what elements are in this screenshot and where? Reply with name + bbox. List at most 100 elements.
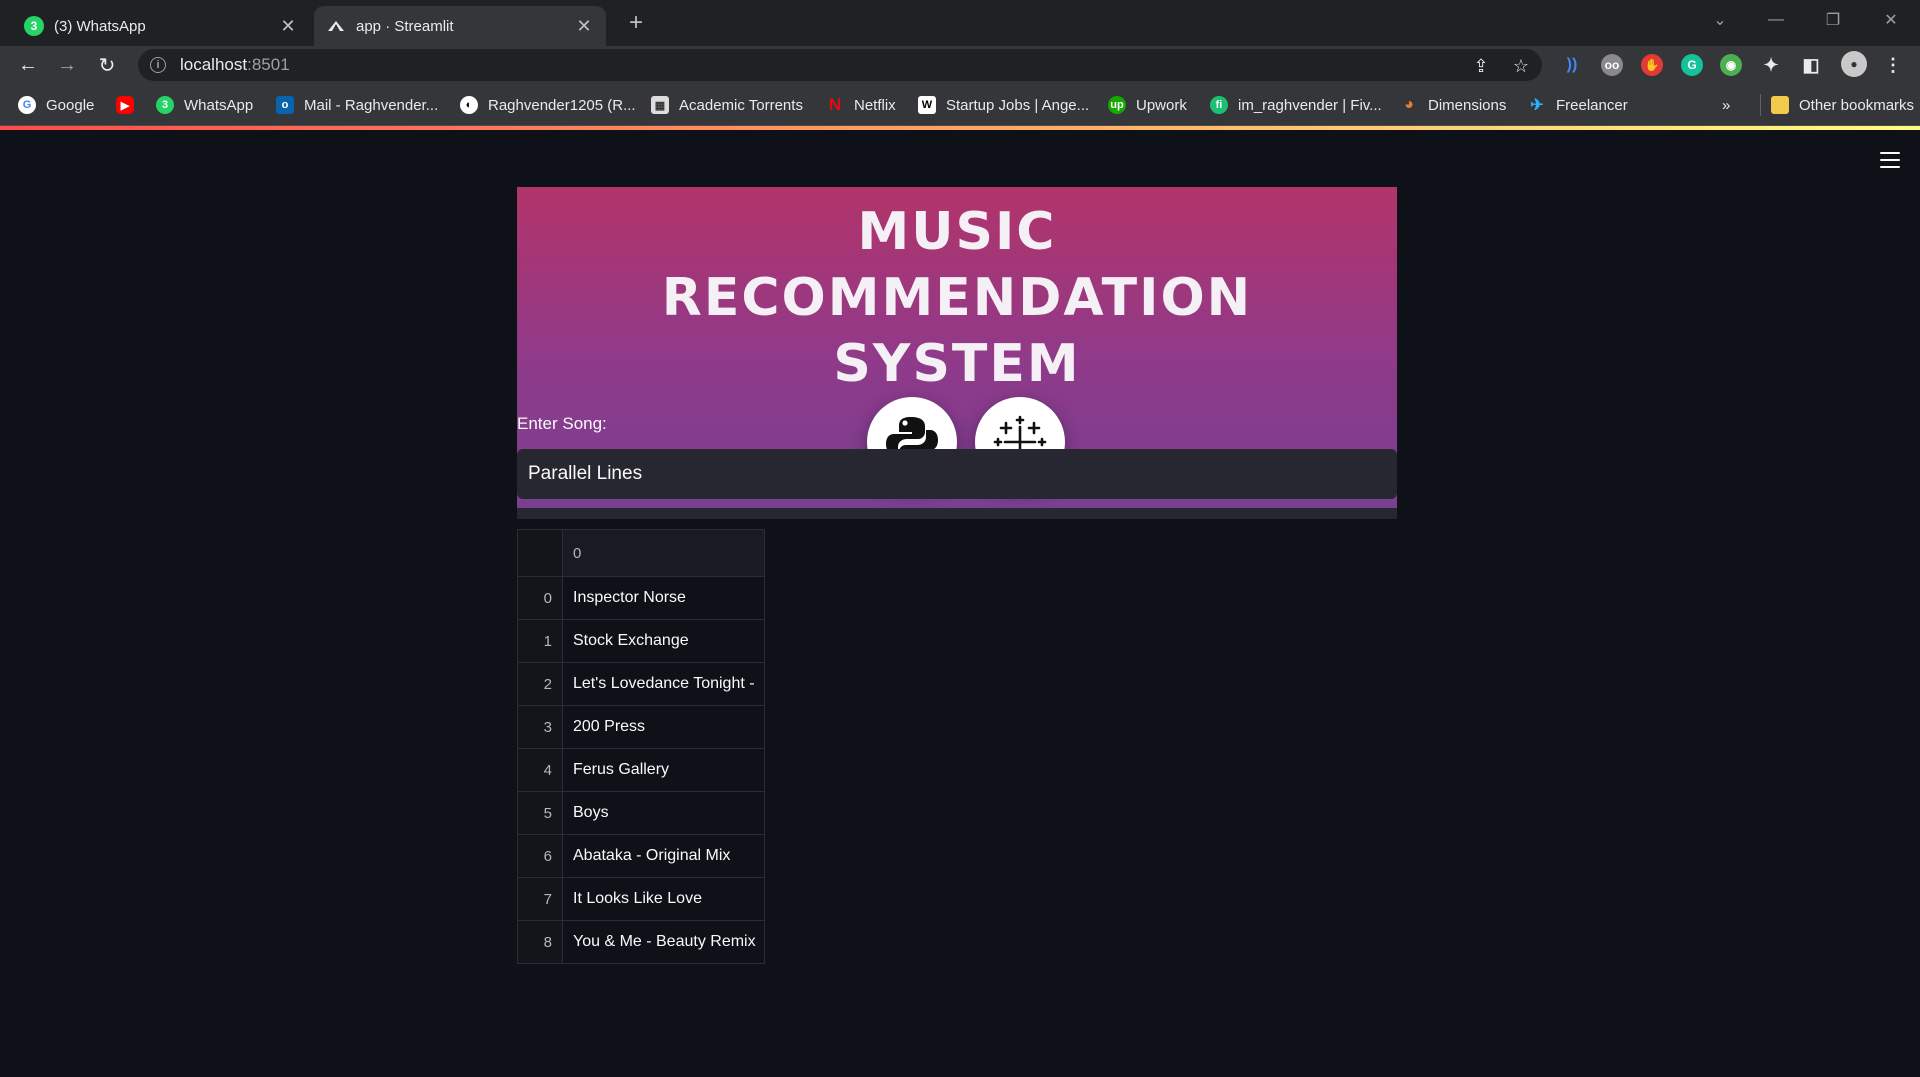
- index-header: [518, 530, 563, 576]
- streamlit-app: MUSIC RECOMMENDATION SYSTEM: [0, 130, 1920, 1077]
- banner-title-line: SYSTEM: [833, 334, 1081, 394]
- tab-search-icon[interactable]: ⌄: [1700, 6, 1740, 34]
- close-window-button[interactable]: ✕: [1871, 6, 1911, 34]
- bookmark-label: Startup Jobs | Ange...: [946, 96, 1090, 114]
- song-cell[interactable]: Ferus Gallery: [563, 749, 764, 791]
- folder-icon: [1771, 96, 1789, 114]
- bookmark-github[interactable]: ◐ Raghvender1205 (R...: [460, 94, 636, 116]
- table-row[interactable]: 8 You & Me - Beauty Remix: [518, 920, 764, 963]
- restore-button[interactable]: ❐: [1813, 6, 1853, 34]
- extension-eye-icon[interactable]: ◉: [1720, 54, 1742, 76]
- url-host: localhost: [180, 55, 248, 74]
- bookmark-startup-jobs[interactable]: W Startup Jobs | Ange...: [918, 94, 1089, 116]
- banner-title-line: RECOMMENDATION: [661, 268, 1253, 328]
- table-row[interactable]: 7 It Looks Like Love: [518, 877, 764, 920]
- table-row[interactable]: 6 Abataka - Original Mix: [518, 834, 764, 877]
- back-icon[interactable]: ←: [13, 50, 43, 80]
- extensions-puzzle-icon[interactable]: ✦: [1760, 54, 1782, 76]
- hamburger-menu-icon[interactable]: [1880, 152, 1900, 168]
- address-bar[interactable]: i localhost :8501 ⇪ ☆: [138, 49, 1542, 81]
- whatsapp-icon: 3: [156, 96, 174, 114]
- bookmark-freelancer[interactable]: ✈ Freelancer: [1528, 94, 1627, 116]
- bookmark-mail[interactable]: o Mail - Raghvender...: [276, 94, 438, 116]
- bookmark-label: Raghvender1205 (R...: [488, 96, 636, 114]
- overflow-label: »: [1722, 96, 1731, 114]
- extension-audio-icon[interactable]: )): [1561, 54, 1583, 76]
- netflix-icon: N: [828, 95, 842, 114]
- song-cell[interactable]: You & Me - Beauty Remix: [563, 921, 764, 963]
- menu-kebab-icon[interactable]: ⋮: [1882, 54, 1904, 76]
- avatar[interactable]: ●: [1841, 51, 1867, 77]
- extension-owl-icon[interactable]: oo: [1601, 54, 1623, 76]
- column-header[interactable]: 0: [563, 530, 764, 576]
- youtube-icon: ▶: [116, 96, 134, 114]
- song-cell[interactable]: It Looks Like Love: [563, 878, 764, 920]
- extension-hand-icon[interactable]: ✋: [1641, 54, 1663, 76]
- row-index: 6: [518, 835, 563, 877]
- tab-streamlit[interactable]: app · Streamlit ✕: [314, 6, 606, 46]
- bookmark-google[interactable]: G Google: [18, 94, 94, 116]
- other-bookmarks-folder[interactable]: Other bookmarks: [1760, 94, 1914, 116]
- row-index: 4: [518, 749, 563, 791]
- song-cell[interactable]: Boys: [563, 792, 764, 834]
- table-row[interactable]: 5 Boys: [518, 791, 764, 834]
- banner-bottom-strip: [517, 508, 1397, 519]
- close-tab-icon[interactable]: ✕: [278, 16, 298, 36]
- bookmark-label: WhatsApp: [184, 96, 254, 114]
- song-cell[interactable]: Inspector Norse: [563, 577, 764, 619]
- reload-icon[interactable]: ↻: [92, 50, 122, 80]
- song-input-label: Enter Song:: [517, 414, 607, 433]
- forward-icon[interactable]: →: [52, 50, 82, 80]
- new-tab-button[interactable]: +: [622, 9, 650, 37]
- table-row[interactable]: 0 Inspector Norse: [518, 576, 764, 619]
- google-icon: G: [18, 96, 36, 114]
- row-index: 2: [518, 663, 563, 705]
- side-panel-icon[interactable]: ◧: [1800, 54, 1822, 76]
- song-cell[interactable]: Abataka - Original Mix: [563, 835, 764, 877]
- bookmark-label: Mail - Raghvender...: [304, 96, 439, 114]
- bookmark-youtube[interactable]: ▶: [116, 94, 144, 116]
- song-cell[interactable]: Stock Exchange: [563, 620, 764, 662]
- banner-title-line: MUSIC: [857, 202, 1057, 262]
- fiverr-icon: fi: [1210, 96, 1228, 114]
- row-index: 0: [518, 577, 563, 619]
- bookmark-label: Google: [46, 96, 95, 114]
- tab-strip: 3 (3) WhatsApp ✕ app · Streamlit ✕ + ⌄ —…: [0, 0, 1920, 46]
- bookmark-netflix[interactable]: N Netflix: [826, 94, 896, 116]
- tab-whatsapp[interactable]: 3 (3) WhatsApp ✕: [12, 6, 310, 46]
- url-port: :8501: [247, 55, 290, 74]
- grammarly-icon[interactable]: G: [1681, 54, 1703, 76]
- tab-title: app · Streamlit: [356, 17, 454, 35]
- row-index: 5: [518, 792, 563, 834]
- bookmark-label: im_raghvender | Fiv...: [1238, 96, 1382, 114]
- table-row[interactable]: 1 Stock Exchange: [518, 619, 764, 662]
- bookmark-fiverr[interactable]: fi im_raghvender | Fiv...: [1210, 94, 1382, 116]
- recommendations-table[interactable]: 0 0 Inspector Norse 1 Stock Exchange 2 L…: [517, 529, 765, 964]
- table-row[interactable]: 4 Ferus Gallery: [518, 748, 764, 791]
- minimize-button[interactable]: —: [1756, 6, 1796, 34]
- bookmark-whatsapp[interactable]: 3 WhatsApp: [156, 94, 253, 116]
- bookmark-dimensions[interactable]: ◕ Dimensions: [1400, 94, 1506, 116]
- row-index: 3: [518, 706, 563, 748]
- outlook-icon: o: [276, 96, 294, 114]
- bookmark-label: Other bookmarks: [1799, 96, 1915, 114]
- github-icon: ◐: [460, 96, 478, 114]
- song-cell[interactable]: 200 Press: [563, 706, 764, 748]
- bookmark-academic-torrents[interactable]: ▦ Academic Torrents: [651, 94, 803, 116]
- table-row[interactable]: 2 Let's Lovedance Tonight -: [518, 662, 764, 705]
- site-info-icon[interactable]: i: [150, 57, 166, 73]
- bookmark-upwork[interactable]: up Upwork: [1108, 94, 1187, 116]
- browser-toolbar: ← → ↻ i localhost :8501 ⇪ ☆ )) oo ✋ G ◉ …: [0, 46, 1920, 84]
- bookmarks-overflow-button[interactable]: »: [1722, 94, 1730, 116]
- academic-torrents-icon: ▦: [651, 96, 669, 114]
- close-tab-icon[interactable]: ✕: [574, 16, 594, 36]
- song-cell[interactable]: Let's Lovedance Tonight -: [563, 663, 764, 705]
- row-index: 7: [518, 878, 563, 920]
- upwork-icon: up: [1108, 96, 1126, 114]
- bookmark-star-icon[interactable]: ☆: [1510, 55, 1532, 77]
- song-input[interactable]: Parallel Lines: [517, 449, 1397, 499]
- table-header-row: 0: [518, 530, 764, 576]
- whatsapp-icon: 3: [24, 16, 44, 36]
- share-icon[interactable]: ⇪: [1470, 55, 1492, 77]
- table-row[interactable]: 3 200 Press: [518, 705, 764, 748]
